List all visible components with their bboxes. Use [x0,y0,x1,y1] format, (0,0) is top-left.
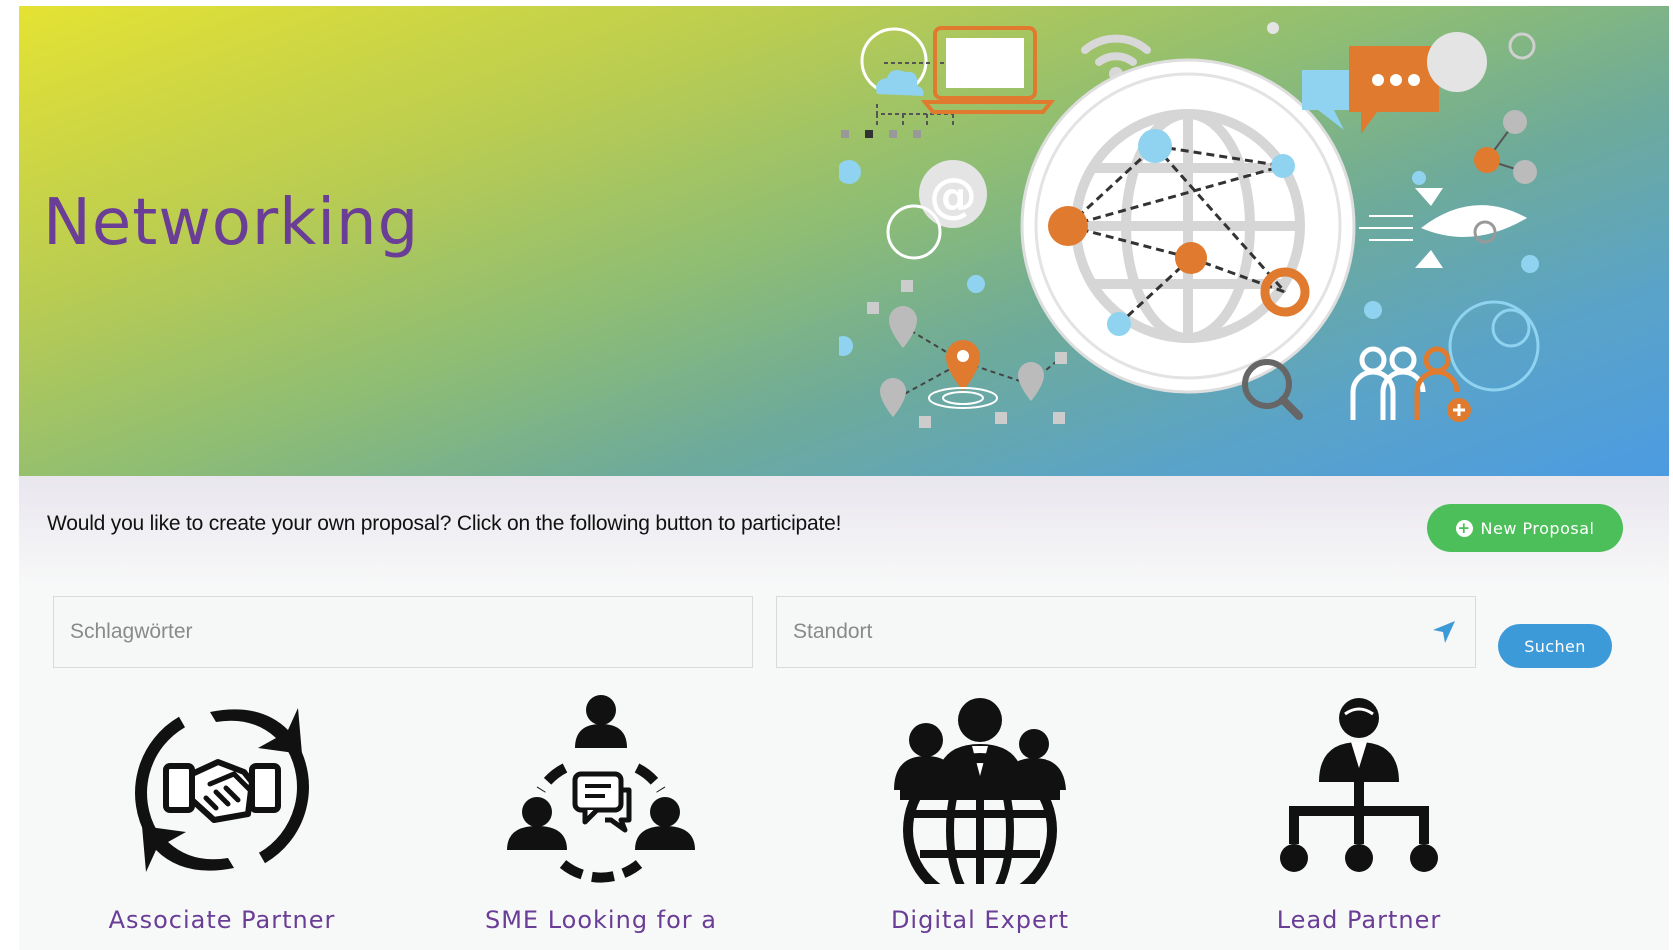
search-button[interactable]: Suchen [1498,624,1612,668]
category-label: Lead Partner [1276,906,1442,934]
category-label: SME Looking for a [484,906,718,934]
category-digital-expert[interactable]: Digital Expert [820,694,1140,950]
new-proposal-button[interactable]: + New Proposal [1427,504,1623,552]
category-label: Associate Partner [108,906,336,934]
keyword-input[interactable] [54,597,752,667]
location-arrow-icon[interactable] [1431,619,1457,645]
svg-text:@: @ [929,168,977,224]
new-proposal-label: New Proposal [1480,518,1595,538]
cta-text: Would you like to create your own propos… [47,512,842,535]
keyword-field [53,596,753,668]
location-field [776,596,1476,668]
page-title: Networking [43,186,420,260]
category-label: Digital Expert [890,906,1070,934]
page: Networking @ Would you like to create yo… [19,6,1669,950]
networking-illustration: @ [839,22,1540,428]
category-associate-partner[interactable]: Associate Partner [62,694,382,950]
hierarchy-icon [1280,698,1438,872]
location-input[interactable] [777,597,1475,667]
handshake-cycle-icon [135,708,309,872]
plus-circle-icon: + [1455,518,1473,537]
global-team-icon [894,698,1066,884]
category-sme-looking-for-a[interactable]: SME Looking for a [441,694,761,950]
category-lead-partner[interactable]: Lead Partner [1199,694,1519,950]
hero-banner: Networking @ [19,6,1669,476]
group-chat-icon [507,695,695,883]
